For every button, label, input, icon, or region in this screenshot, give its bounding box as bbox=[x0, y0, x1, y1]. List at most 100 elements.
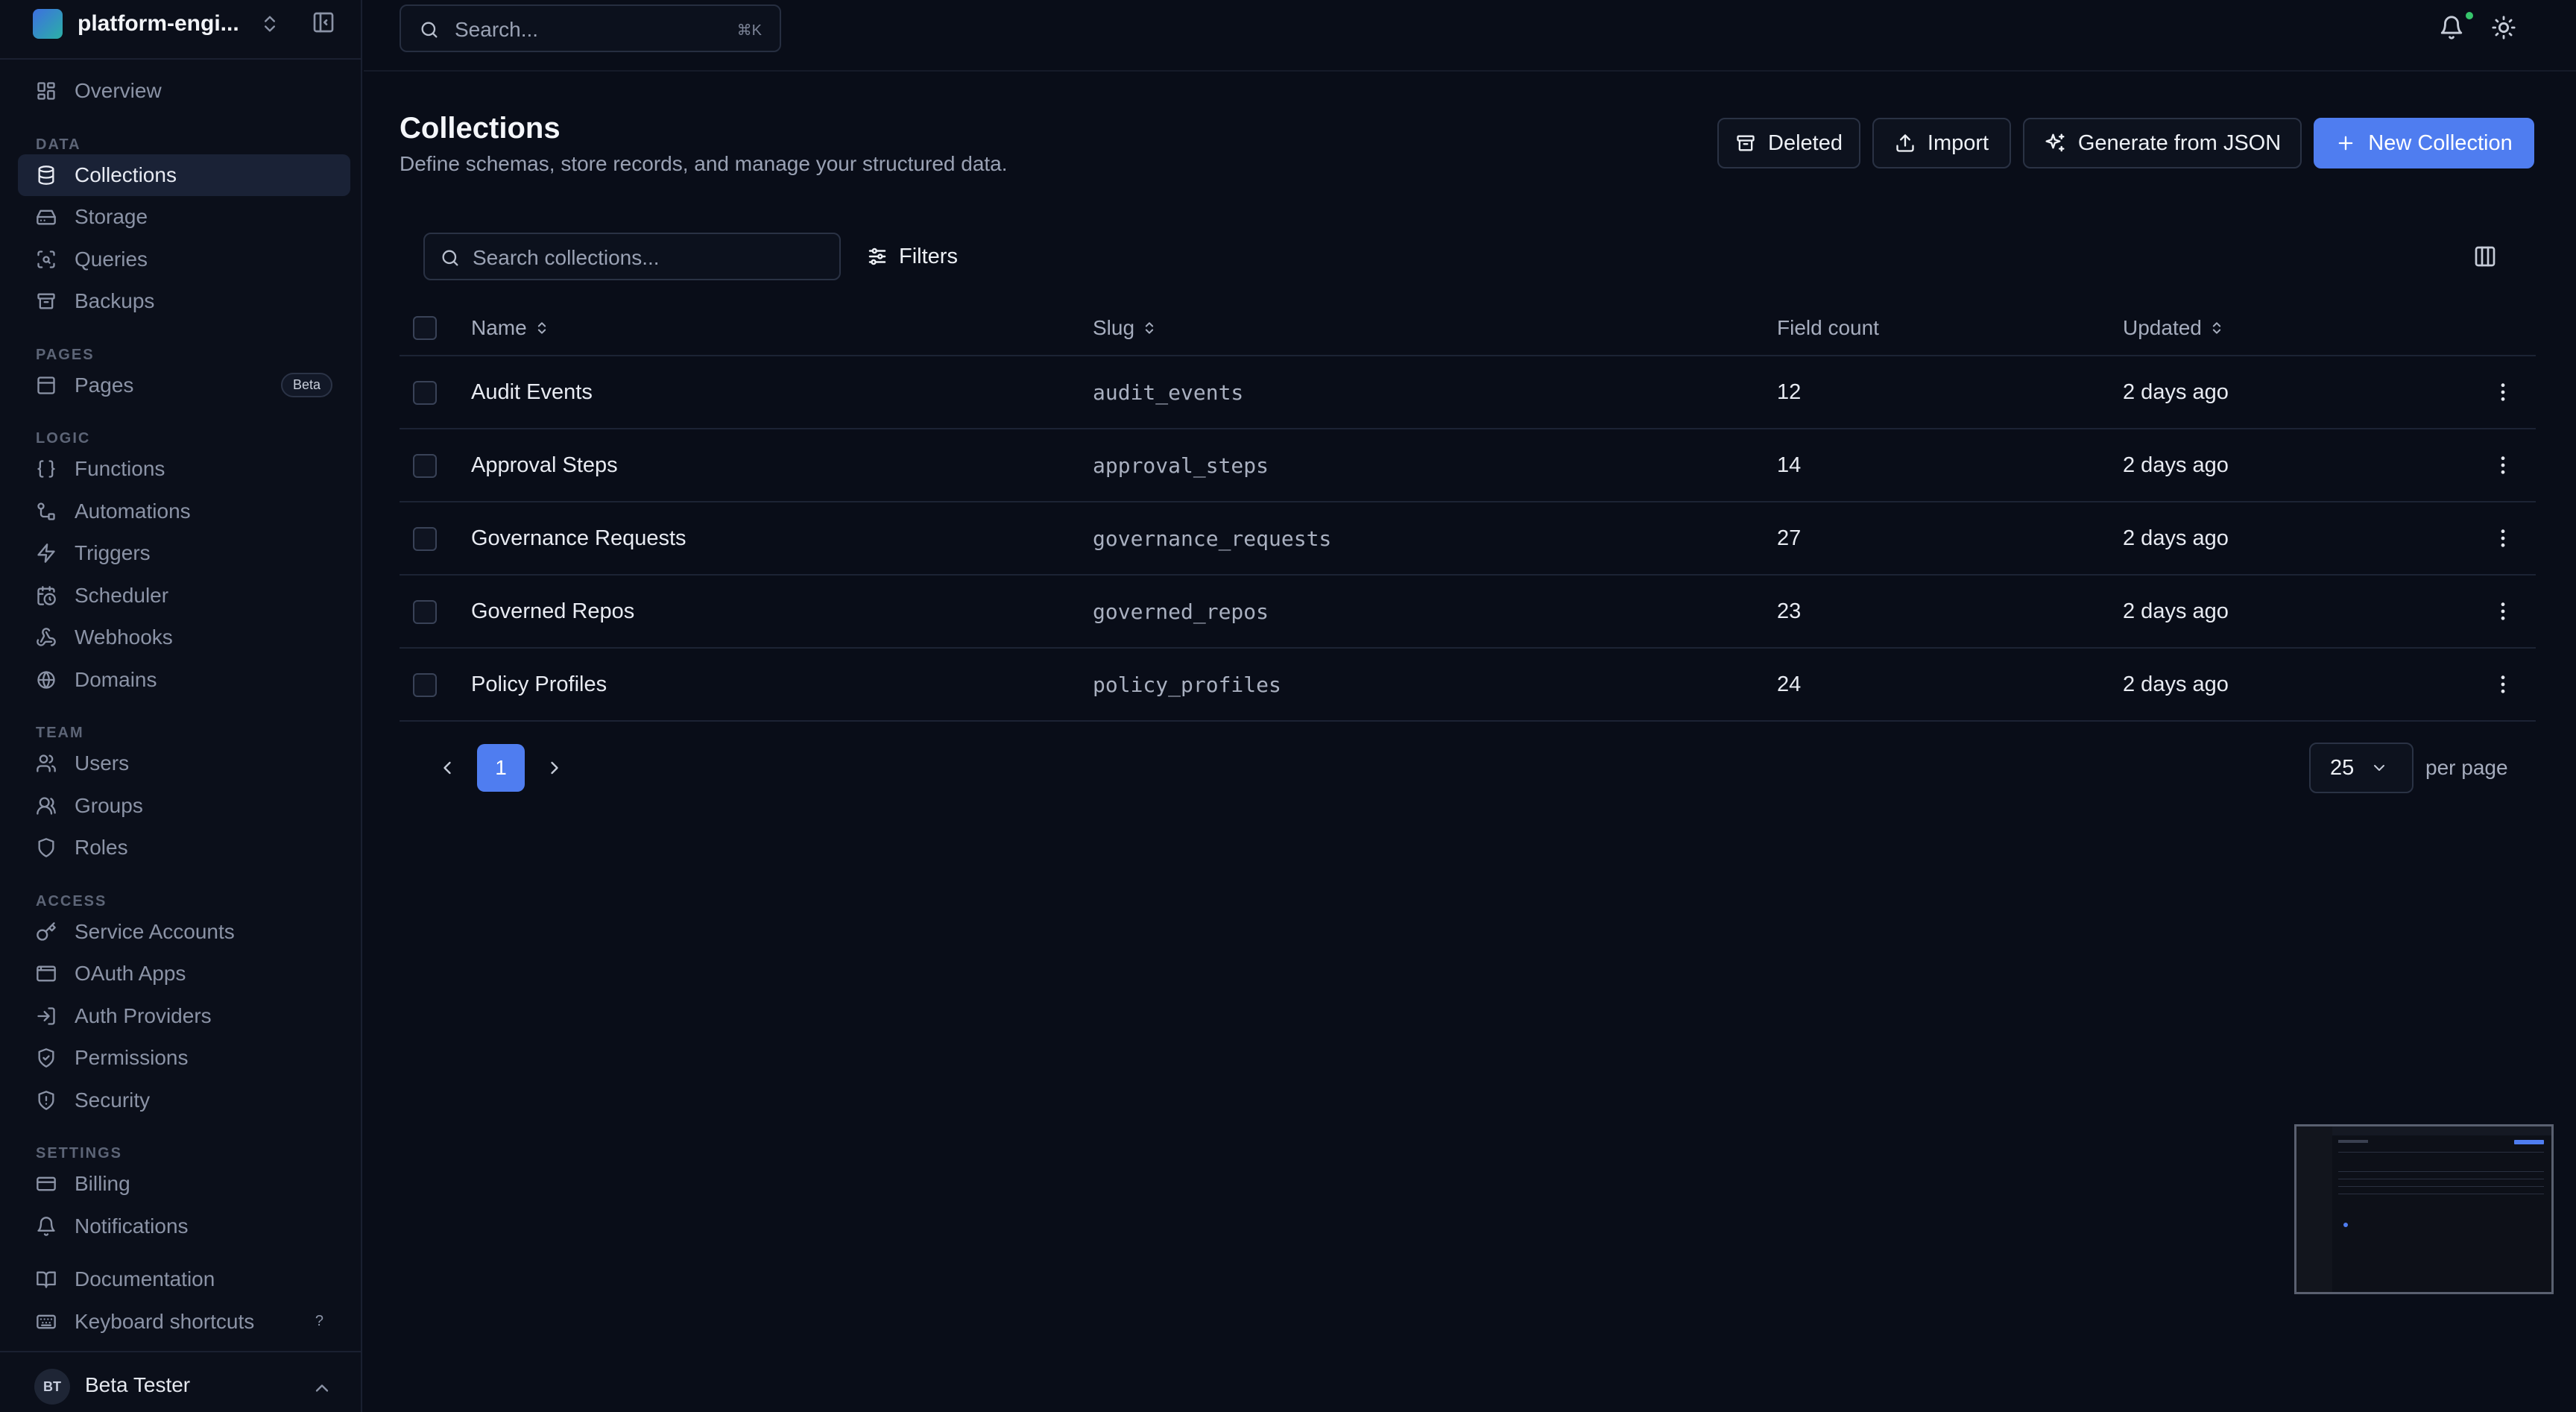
search-icon bbox=[421, 22, 438, 38]
previous-page-icon[interactable] bbox=[437, 757, 458, 778]
select-all-checkbox[interactable] bbox=[413, 316, 437, 340]
sidebar-item-pages[interactable]: Pages Beta bbox=[18, 365, 350, 406]
per-page-value: 25 bbox=[2330, 755, 2355, 780]
per-page-select[interactable]: 25 bbox=[2309, 743, 2414, 793]
sidebar-item-label: Service Accounts bbox=[75, 919, 235, 943]
sidebar-item-webhooks[interactable]: Webhooks bbox=[18, 617, 350, 658]
deleted-button[interactable]: Deleted bbox=[1717, 118, 1860, 168]
notifications-bell-icon[interactable] bbox=[2439, 15, 2464, 40]
sidebar-item-triggers[interactable]: Triggers bbox=[18, 532, 350, 574]
sidebar-item-label: Groups bbox=[75, 793, 143, 817]
row-actions-menu-icon[interactable] bbox=[2491, 599, 2515, 623]
sidebar-item-security[interactable]: Security bbox=[18, 1080, 350, 1121]
book-icon bbox=[37, 1271, 56, 1288]
user-menu[interactable]: BT Beta Tester bbox=[0, 1351, 361, 1412]
sidebar-item-overview[interactable]: Overview bbox=[18, 70, 350, 112]
search-placeholder: Search... bbox=[455, 18, 539, 41]
table-row[interactable]: Policy Profiles policy_profiles 24 2 days a… bbox=[400, 649, 2536, 722]
sidebar-item-permissions[interactable]: Permissions bbox=[18, 1037, 350, 1079]
workspace-switcher[interactable]: platform-engi... bbox=[0, 0, 361, 60]
sidebar-item-oauth-apps[interactable]: OAuth Apps bbox=[18, 953, 350, 995]
column-slug-header[interactable]: Slug bbox=[1093, 316, 1157, 340]
filters-button[interactable]: Filters bbox=[866, 237, 958, 276]
import-label: Import bbox=[1927, 130, 1989, 155]
row-checkbox[interactable] bbox=[413, 527, 437, 551]
table-row[interactable]: Governance Requests governance_requests 27… bbox=[400, 502, 2536, 576]
sidebar-item-domains[interactable]: Domains bbox=[18, 659, 350, 701]
row-actions-menu-icon[interactable] bbox=[2491, 672, 2515, 696]
sidebar-item-collections[interactable]: Collections bbox=[18, 154, 350, 196]
page-1-button[interactable]: 1 bbox=[477, 744, 525, 792]
sidebar-item-label: Triggers bbox=[75, 541, 151, 564]
sidebar-item-auth-providers[interactable]: Auth Providers bbox=[18, 995, 350, 1037]
new-collection-label: New Collection bbox=[2368, 130, 2513, 155]
field-count: 14 bbox=[1777, 453, 1802, 477]
sparkles-icon bbox=[2045, 133, 2065, 152]
group-icon bbox=[37, 796, 56, 815]
sidebar-item-service-accounts[interactable]: Service Accounts bbox=[18, 911, 350, 953]
sidebar-item-label: Overview bbox=[75, 79, 162, 102]
column-updated-header[interactable]: Updated bbox=[2123, 316, 2224, 340]
import-button[interactable]: Import bbox=[1872, 118, 2011, 168]
sidebar-item-notifications[interactable]: Notifications bbox=[18, 1205, 350, 1247]
sidebar-item-scheduler[interactable]: Scheduler bbox=[18, 575, 350, 617]
avatar: BT bbox=[34, 1369, 70, 1405]
theme-toggle-sun-icon[interactable] bbox=[2491, 15, 2516, 40]
columns-toggle-icon[interactable] bbox=[2473, 245, 2497, 268]
row-actions-menu-icon[interactable] bbox=[2491, 380, 2515, 404]
page-subtitle: Define schemas, store records, and manag… bbox=[400, 152, 1008, 175]
row-checkbox[interactable] bbox=[413, 600, 437, 624]
generate-label: Generate from JSON bbox=[2077, 130, 2282, 155]
sidebar-item-storage[interactable]: Storage bbox=[18, 196, 350, 238]
sidebar-item-queries[interactable]: Queries bbox=[18, 239, 350, 280]
sidebar-item-label: Billing bbox=[75, 1172, 130, 1195]
collections-search-input[interactable]: Search collections... bbox=[423, 233, 841, 280]
sidebar-item-label: Auth Providers bbox=[75, 1003, 212, 1027]
sidebar-item-roles[interactable]: Roles bbox=[18, 827, 350, 869]
search-shortcut: ⌘K bbox=[736, 22, 762, 39]
row-actions-menu-icon[interactable] bbox=[2491, 526, 2515, 550]
workspace-logo bbox=[33, 9, 63, 39]
global-search[interactable]: Search... ⌘K bbox=[400, 4, 781, 52]
column-name-header[interactable]: Name bbox=[471, 316, 549, 340]
field-count: 12 bbox=[1777, 380, 1802, 404]
beta-badge: Beta bbox=[280, 373, 332, 397]
sidebar-item-groups[interactable]: Groups bbox=[18, 785, 350, 827]
table-body: Audit Events audit_events 12 2 days ago Appr… bbox=[400, 356, 2536, 722]
workflow-icon bbox=[37, 502, 55, 520]
sidebar-item-automations[interactable]: Automations bbox=[18, 491, 350, 532]
nav-section-logic: LOGIC bbox=[36, 430, 91, 447]
sidebar-item-functions[interactable]: Functions bbox=[18, 448, 350, 490]
sidebar-item-users[interactable]: Users bbox=[18, 743, 350, 784]
table-row[interactable]: Governed Repos governed_repos 23 2 days ago bbox=[400, 576, 2536, 649]
sidebar-item-label: Queries bbox=[75, 247, 148, 271]
collections-search-placeholder: Search collections... bbox=[473, 246, 660, 269]
sidebar-item-label: Storage bbox=[75, 205, 148, 228]
dashboard-icon bbox=[37, 82, 55, 100]
row-checkbox[interactable] bbox=[413, 454, 437, 478]
bell-icon bbox=[37, 1216, 55, 1236]
user-name: Beta Tester bbox=[85, 1373, 191, 1396]
new-collection-button[interactable]: New Collection bbox=[2314, 118, 2534, 168]
row-checkbox[interactable] bbox=[413, 381, 437, 405]
sidebar-item-keyboard-shortcuts[interactable]: Keyboard shortcuts? bbox=[18, 1301, 350, 1343]
generate-from-json-button[interactable]: Generate from JSON bbox=[2023, 118, 2302, 168]
sidebar-item-documentation[interactable]: Documentation bbox=[18, 1258, 350, 1300]
row-actions-menu-icon[interactable] bbox=[2491, 453, 2515, 477]
field-count: 27 bbox=[1777, 526, 1802, 550]
users-icon bbox=[37, 754, 56, 772]
sidebar-item-label: Notifications bbox=[75, 1214, 189, 1238]
query-icon bbox=[37, 250, 55, 268]
lightning-icon bbox=[37, 543, 55, 563]
sidebar-item-billing[interactable]: Billing bbox=[18, 1163, 350, 1205]
row-checkbox[interactable] bbox=[413, 673, 437, 697]
table-row[interactable]: Audit Events audit_events 12 2 days ago bbox=[400, 356, 2536, 429]
sliders-icon bbox=[868, 248, 886, 265]
next-page-icon[interactable] bbox=[544, 757, 565, 778]
table-row[interactable]: Approval Steps approval_steps 14 2 days ago bbox=[400, 429, 2536, 502]
shield-check-icon bbox=[38, 1048, 54, 1068]
braces-icon bbox=[37, 460, 55, 478]
sidebar-item-backups[interactable]: Backups bbox=[18, 280, 350, 322]
sidebar-item-label: Automations bbox=[75, 499, 191, 523]
sidebar-toggle-icon[interactable] bbox=[312, 10, 335, 34]
